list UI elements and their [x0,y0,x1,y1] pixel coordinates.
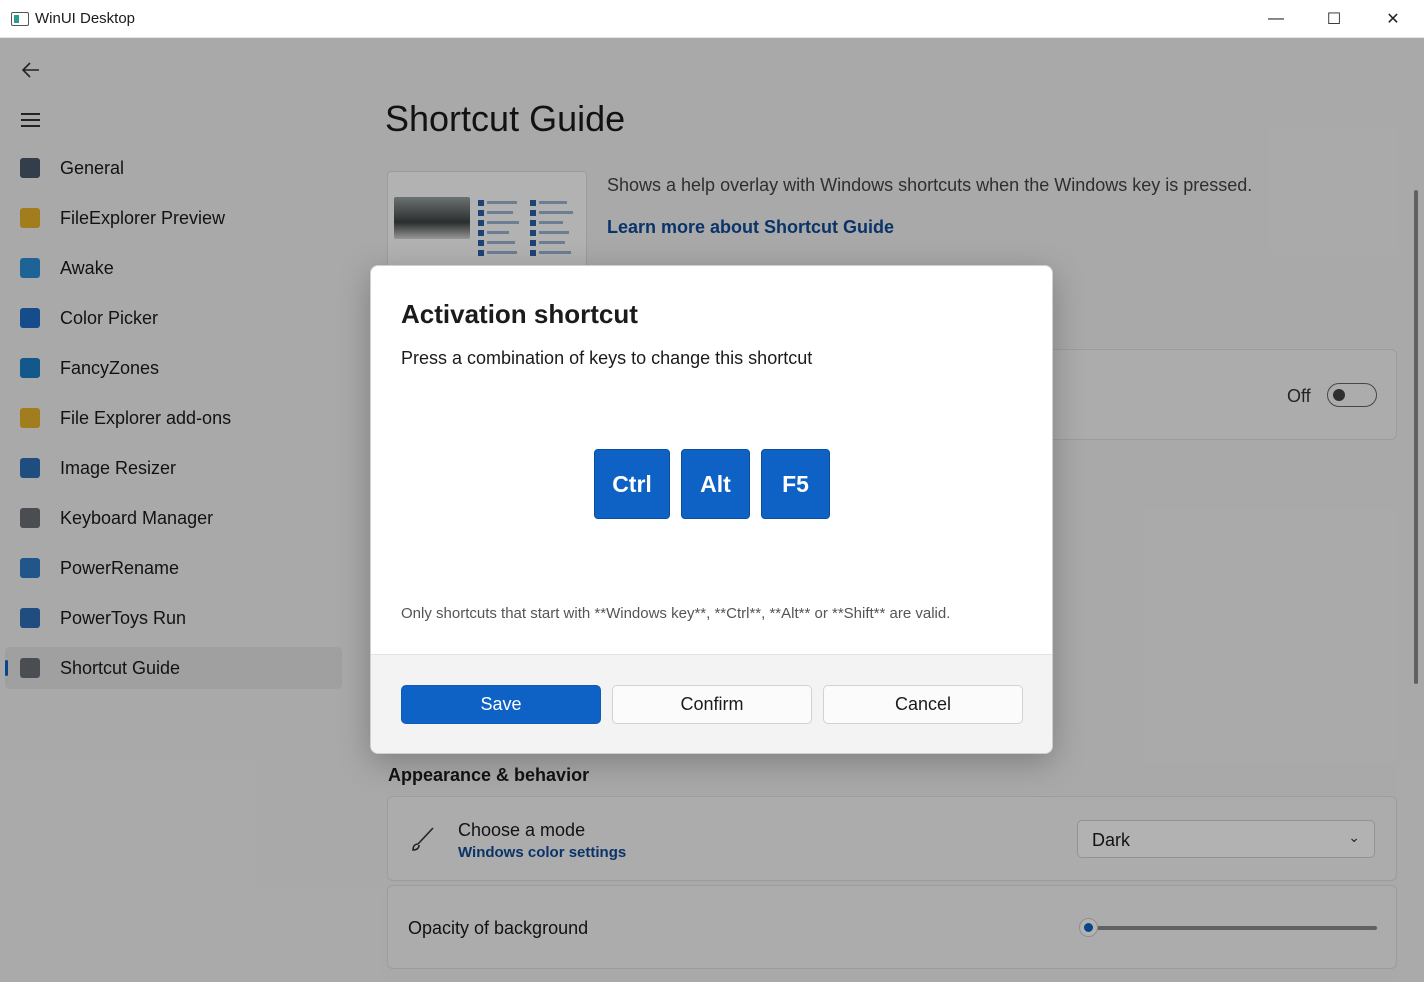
key-alt: Alt [681,449,750,519]
dialog-footer: Save Confirm Cancel [371,654,1052,753]
maximize-button[interactable]: ☐ [1305,0,1363,38]
dialog-validity-note: Only shortcuts that start with **Windows… [401,605,951,622]
minimize-button[interactable]: — [1247,0,1305,38]
dialog-subtitle: Press a combination of keys to change th… [401,348,813,368]
dialog-title: Activation shortcut [401,299,638,329]
key-ctrl: Ctrl [594,449,670,519]
title-bar: WinUI Desktop — ☐ ✕ [0,0,1424,38]
cancel-button[interactable]: Cancel [823,685,1023,724]
save-button[interactable]: Save [401,685,601,724]
key-f5: F5 [761,449,830,519]
window-title: WinUI Desktop [35,10,136,27]
close-button[interactable]: ✕ [1364,0,1422,38]
activation-shortcut-dialog: Activation shortcut Press a combination … [370,265,1053,754]
confirm-button[interactable]: Confirm [612,685,812,724]
app-icon [11,12,29,26]
